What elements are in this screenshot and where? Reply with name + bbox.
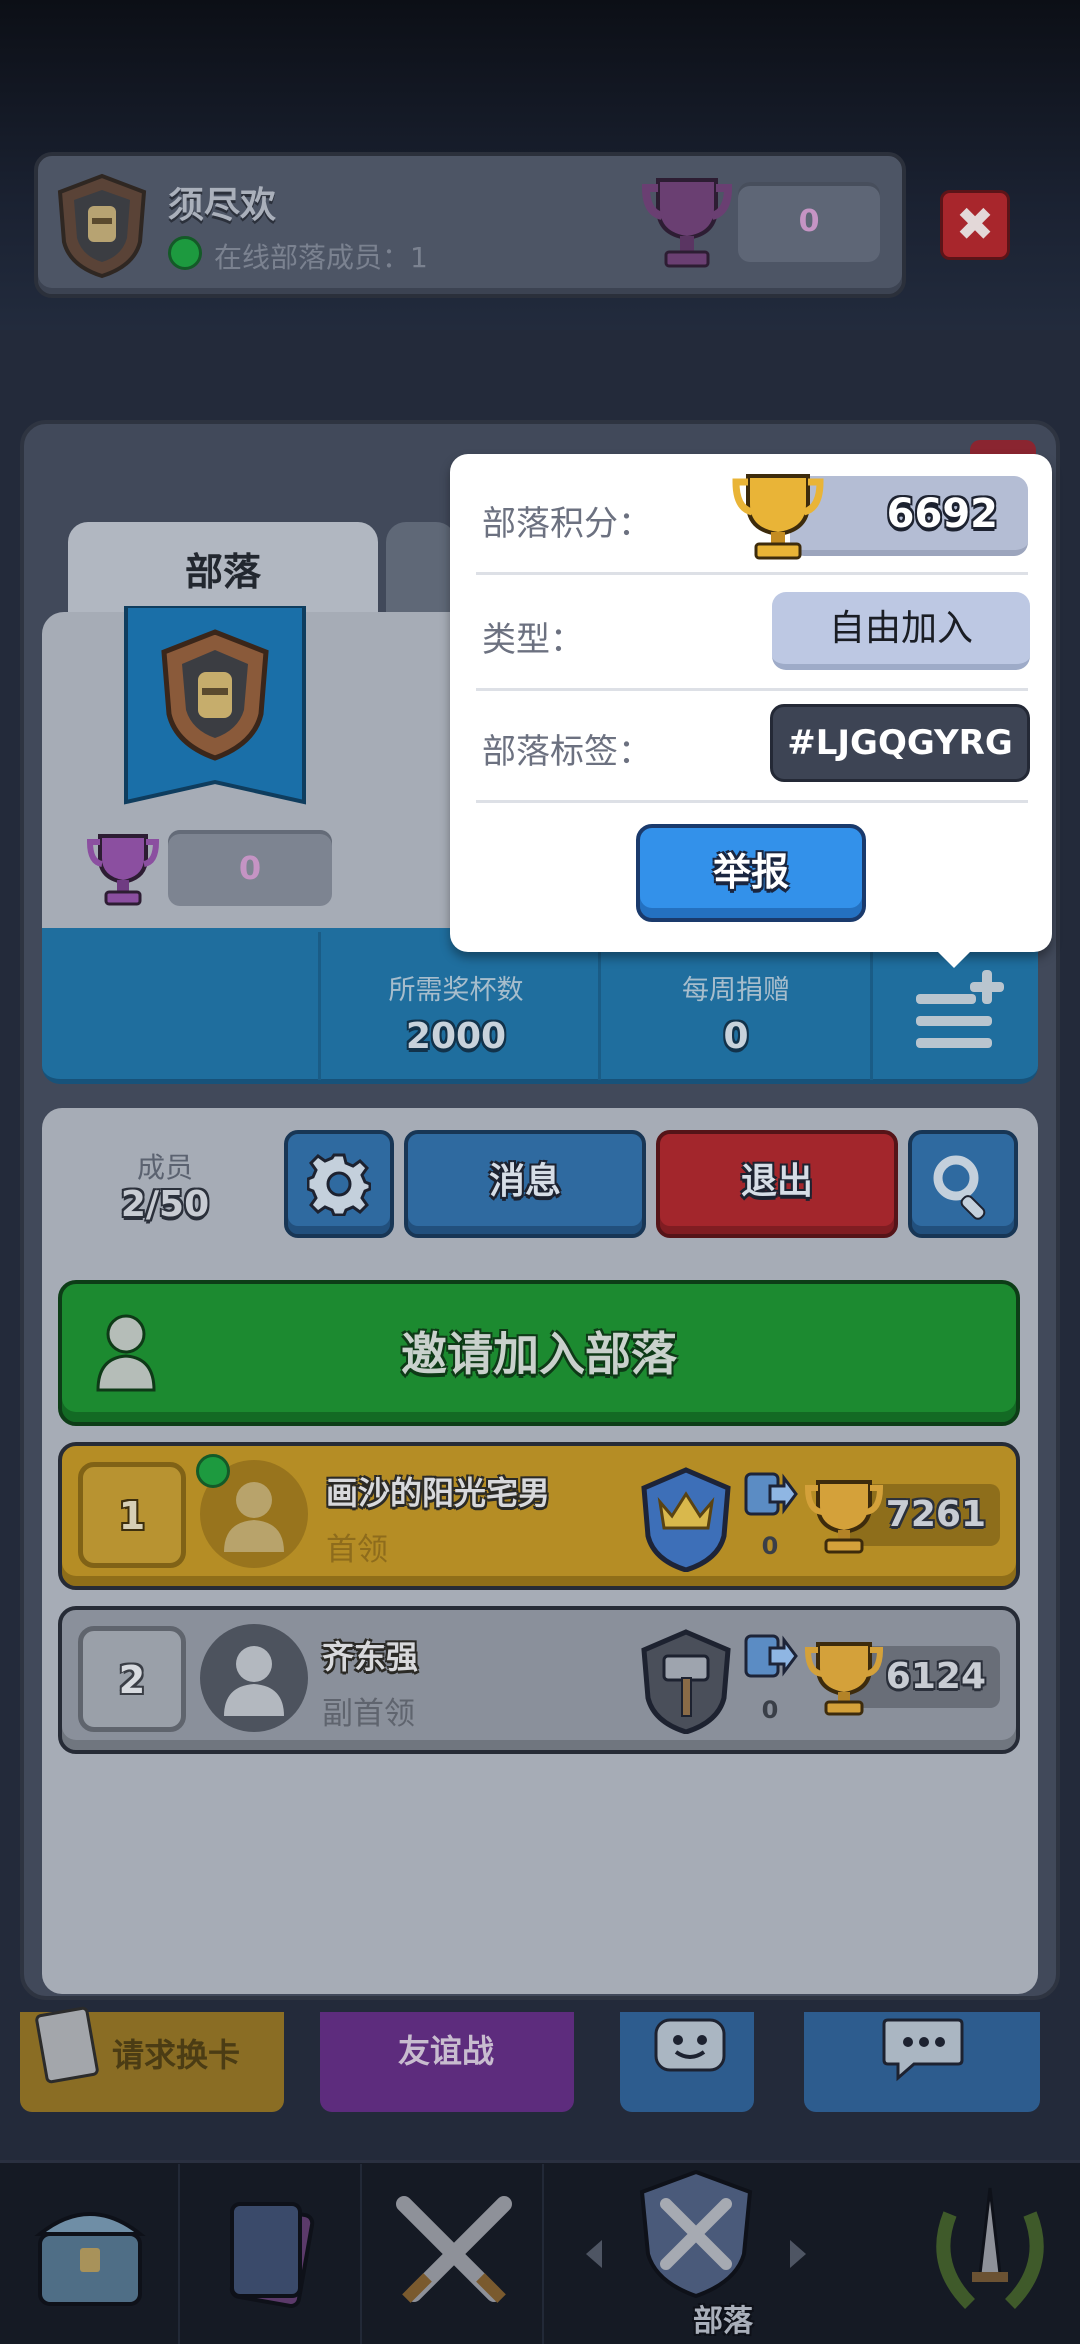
members-count: 2/50 <box>120 1184 210 1225</box>
clan-trophy-value: 0 <box>168 830 332 906</box>
clan-type-label: 类型： <box>482 620 584 660</box>
weekly-donations-value: 0 <box>723 1016 749 1057</box>
weekly-donations-label: 每周捐赠 <box>682 975 790 1006</box>
donation-icon <box>744 1634 798 1678</box>
hammer-badge-icon <box>641 1629 731 1734</box>
nav-battle[interactable] <box>364 2164 544 2344</box>
clan-trophy-icon <box>86 834 160 906</box>
popup-pointer <box>924 938 984 968</box>
online-status-icon <box>168 236 202 270</box>
report-button[interactable]: 举报 <box>636 824 866 922</box>
clan-tag-value[interactable]: #LJGQGYRG <box>770 704 1030 782</box>
clan-type-value: 自由加入 <box>772 592 1030 670</box>
person-icon <box>224 1646 284 1716</box>
member-donations: 0 <box>761 1532 779 1560</box>
nav-clan-label: 部落 <box>693 2304 753 2339</box>
clan-badge-icon <box>57 173 147 279</box>
request-card-label: 请求换卡 <box>112 2036 241 2074</box>
search-button[interactable] <box>908 1130 1018 1238</box>
cards-icon <box>229 2202 315 2308</box>
member-name: 画沙的阳光宅男 <box>326 1474 551 1512</box>
online-status-icon <box>196 1454 230 1488</box>
online-members-text: 在线部落成员：1 <box>214 241 428 274</box>
nav-shop[interactable] <box>0 2164 180 2344</box>
popup-divider <box>476 800 1028 803</box>
member-name: 齐东强 <box>322 1638 419 1676</box>
clan-info-toggle-icon[interactable] <box>912 964 1012 1052</box>
trophy-icon <box>804 1642 884 1716</box>
leave-button[interactable]: 退出 <box>656 1130 898 1238</box>
message-button[interactable]: 消息 <box>404 1130 646 1238</box>
gear-icon <box>306 1153 372 1217</box>
clan-banner-icon <box>124 606 306 805</box>
chest-icon <box>34 2212 146 2306</box>
member-donations: 0 <box>761 1696 779 1724</box>
members-label: 成员 <box>136 1151 193 1184</box>
clan-score-label: 部落积分： <box>482 504 652 544</box>
member-role: 首领 <box>326 1532 388 1568</box>
clan-tag-label: 部落标签： <box>482 732 652 772</box>
donation-icon <box>744 1472 798 1516</box>
crossed-swords-icon <box>396 2196 512 2303</box>
friendly-battle-label: 友谊战 <box>398 2032 495 2070</box>
chat-icon <box>882 2018 964 2082</box>
gold-trophy-icon <box>732 474 824 560</box>
trophy-icon <box>642 178 732 268</box>
tab-other[interactable] <box>386 522 456 622</box>
clan-trophy-count: 0 <box>738 182 880 262</box>
trophy-icon <box>804 1480 884 1554</box>
invite-to-clan-label: 邀请加入部落 <box>401 1327 677 1381</box>
required-trophies-label: 所需奖杯数 <box>388 975 524 1006</box>
arena-badge-icon <box>641 1467 731 1572</box>
clan-name: 须尽欢 <box>168 185 277 226</box>
avatar <box>200 1624 308 1732</box>
member-role: 副首领 <box>322 1696 415 1732</box>
laurel-sword-icon <box>936 2187 1044 2309</box>
close-button[interactable]: ✖ <box>940 190 1010 260</box>
popup-divider <box>476 688 1028 691</box>
member-rank: 1 <box>78 1462 186 1568</box>
emote-icon <box>654 2018 726 2072</box>
nav-events[interactable] <box>900 2164 1080 2344</box>
required-trophies-value: 2000 <box>405 1016 507 1057</box>
nav-cards[interactable] <box>182 2164 362 2344</box>
settings-button[interactable] <box>284 1130 394 1238</box>
popup-divider <box>476 572 1028 575</box>
search-icon <box>933 1155 986 1220</box>
member-rank: 2 <box>78 1626 186 1732</box>
